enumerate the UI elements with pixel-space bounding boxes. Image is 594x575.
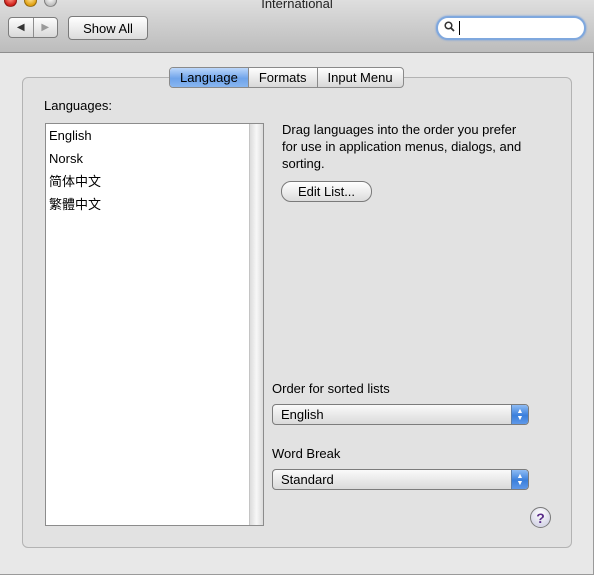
tab-bar: Language Formats Input Menu	[169, 67, 404, 88]
popup-arrows-icon: ▲ ▼	[511, 405, 528, 424]
language-item-english[interactable]: English	[46, 124, 250, 147]
language-list-scrollbar[interactable]	[249, 124, 263, 525]
help-button[interactable]: ?	[530, 507, 551, 528]
word-break-popup[interactable]: Standard ▲ ▼	[272, 469, 529, 490]
window-title: International	[261, 0, 333, 11]
language-instructions: Drag languages into the order you prefer…	[282, 122, 522, 171]
popup-arrows-icon: ▲ ▼	[511, 470, 528, 489]
show-all-button[interactable]: Show All	[68, 16, 148, 40]
text-cursor	[459, 21, 460, 35]
back-button[interactable]: ◀	[9, 18, 33, 37]
search-field[interactable]	[436, 16, 586, 40]
sorted-lists-value: English	[281, 407, 324, 422]
language-item-norsk[interactable]: Norsk	[46, 147, 250, 170]
word-break-label: Word Break	[272, 446, 341, 461]
back-arrow-icon: ◀	[16, 22, 25, 33]
tab-input-menu[interactable]: Input Menu	[316, 68, 403, 87]
word-break-value: Standard	[281, 472, 334, 487]
search-icon	[444, 21, 458, 35]
language-item-traditional-chinese[interactable]: 繁體中文	[46, 193, 250, 216]
sorted-lists-popup[interactable]: English ▲ ▼	[272, 404, 529, 425]
languages-heading: Languages:	[44, 98, 112, 113]
sorted-lists-label: Order for sorted lists	[272, 381, 390, 396]
toolbar: International ◀ ▶ Show All	[0, 0, 594, 53]
forward-arrow-icon: ▶	[41, 22, 50, 33]
tab-formats[interactable]: Formats	[247, 68, 317, 87]
forward-button[interactable]: ▶	[32, 18, 58, 37]
international-window: International ◀ ▶ Show All Language Form…	[0, 0, 594, 575]
tab-language[interactable]: Language	[170, 68, 248, 87]
help-icon: ?	[536, 509, 545, 526]
language-item-simplified-chinese[interactable]: 简体中文	[46, 170, 250, 193]
back-forward-control: ◀ ▶	[8, 17, 58, 38]
edit-list-button[interactable]: Edit List...	[281, 181, 372, 202]
language-list[interactable]: English Norsk 简体中文 繁體中文	[45, 123, 264, 526]
